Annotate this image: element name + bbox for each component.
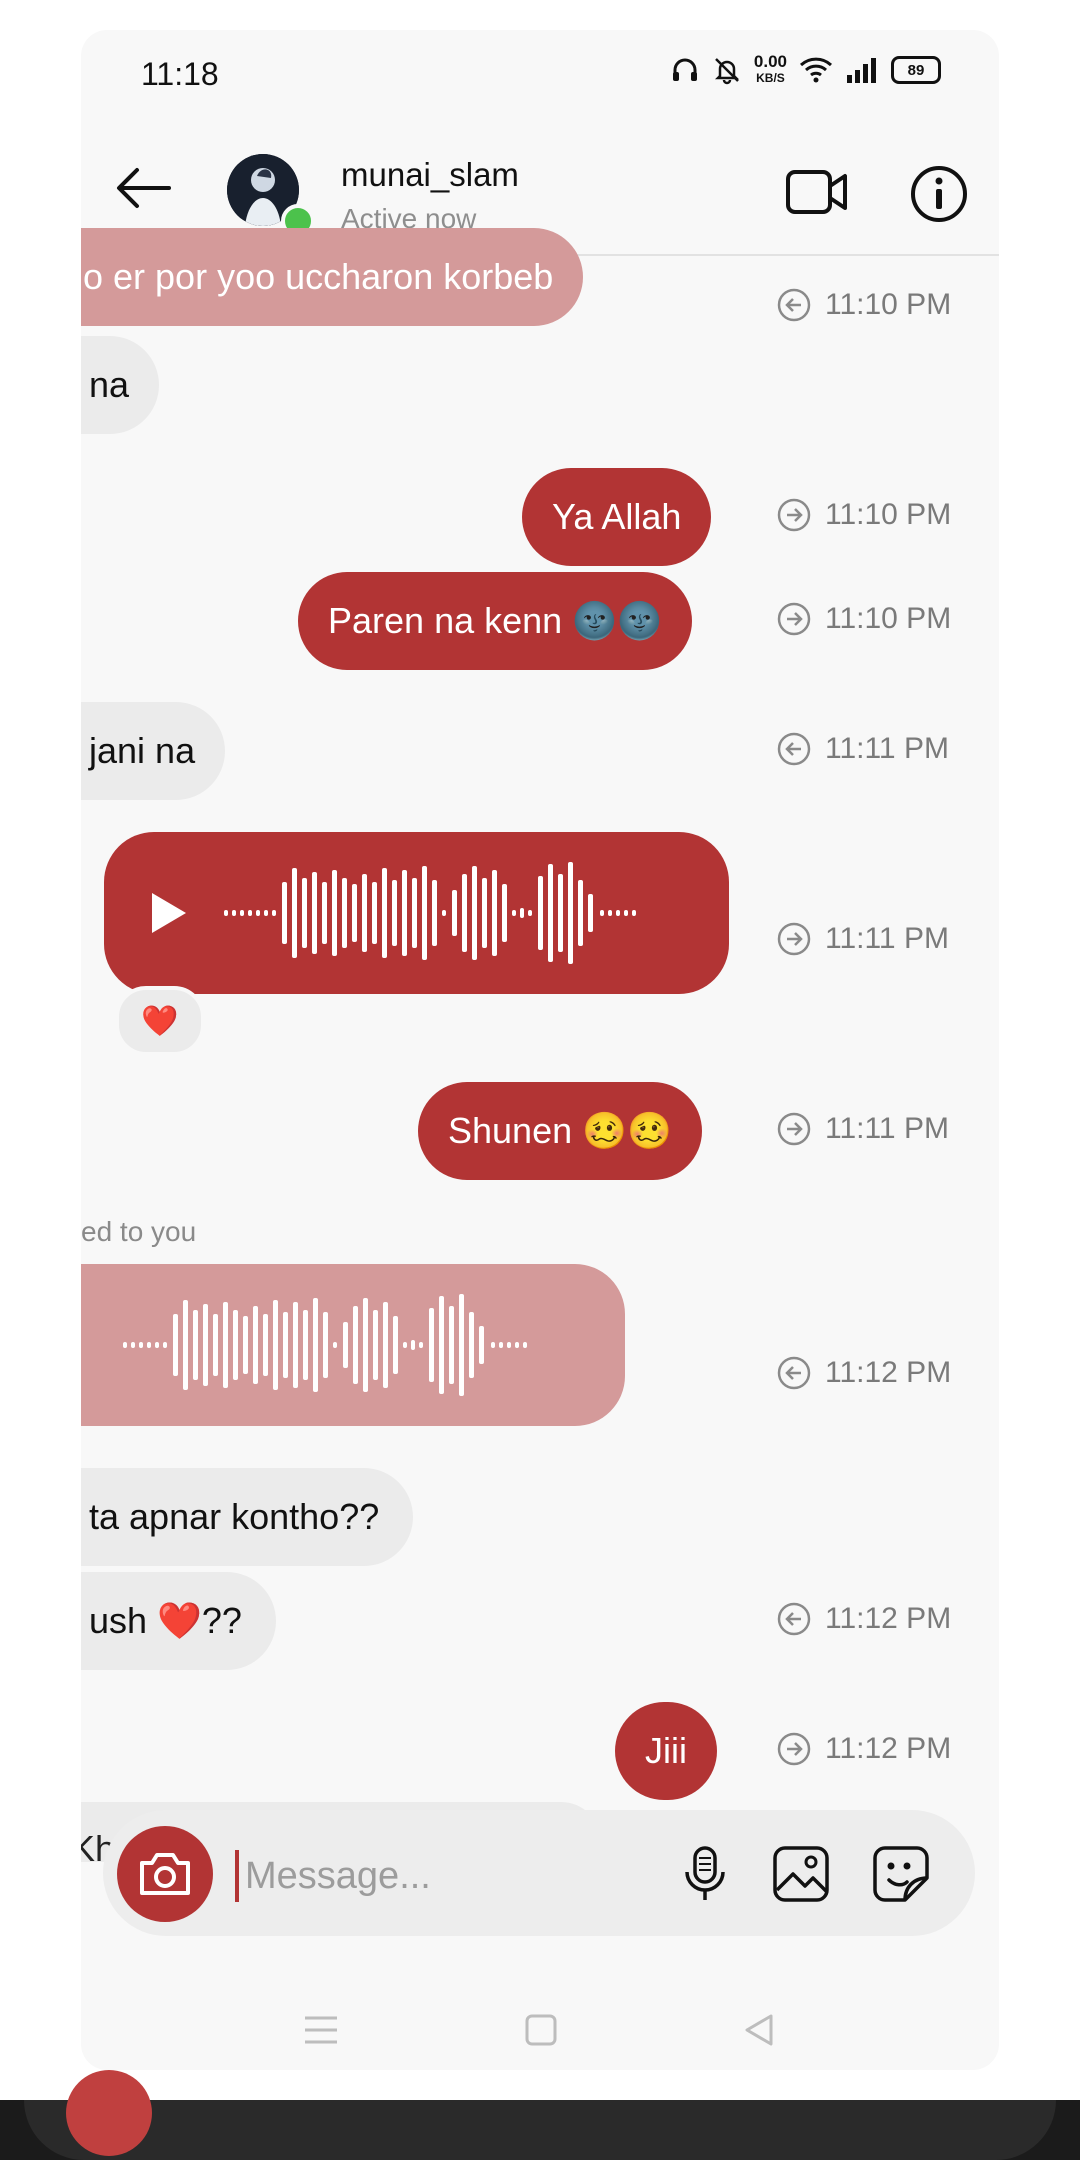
outgoing-message[interactable]: Paren na kenn 🌚🌚	[298, 572, 692, 670]
timestamp: 11:11 PM	[777, 1112, 949, 1146]
timestamp-text: 11:10 PM	[825, 288, 952, 321]
incoming-arrow-icon	[777, 1602, 811, 1636]
system-nav-bar	[81, 1990, 999, 2070]
back-arrow-icon[interactable]	[111, 156, 175, 220]
wifi-icon	[799, 57, 833, 83]
outgoing-arrow-icon	[777, 498, 811, 532]
speed-value: 0.00	[753, 52, 787, 71]
timestamp-text: 11:11 PM	[825, 922, 949, 955]
timestamp-text: 11:11 PM	[825, 732, 949, 765]
timestamp-text: 11:12 PM	[825, 1732, 952, 1765]
reply-bubble[interactable]: o er por yoo uccharon korbeb	[81, 228, 584, 326]
bezel-inner	[24, 2070, 1056, 2160]
message-composer	[103, 1810, 975, 1936]
timestamp: 11:12 PM	[777, 1732, 951, 1766]
incoming-message[interactable]: na	[81, 336, 160, 434]
timestamp: 11:10 PM	[777, 288, 951, 322]
network-speed: 0.00 KB/S	[753, 52, 787, 86]
waveform	[224, 862, 636, 964]
incoming-message[interactable]: jani na	[81, 702, 226, 800]
system-icons: 0.00 KB/S 89	[670, 52, 941, 86]
timestamp: 11:12 PM	[777, 1602, 951, 1636]
timestamp-text: 11:12 PM	[825, 1602, 952, 1635]
voice-message-outgoing[interactable]	[104, 832, 729, 994]
incoming-message[interactable]: ta apnar kontho??	[81, 1468, 414, 1566]
clock: 11:18	[141, 56, 219, 92]
sticker-icon[interactable]	[871, 1844, 931, 1904]
muted-bell-icon	[714, 58, 739, 85]
timestamp: 11:11 PM	[777, 732, 949, 766]
outgoing-arrow-icon	[777, 602, 811, 636]
outgoing-arrow-icon	[777, 1732, 811, 1766]
timestamp: 11:12 PM	[777, 1356, 951, 1390]
info-icon[interactable]	[909, 164, 969, 224]
bezel-accent	[66, 2070, 152, 2156]
signal-icon	[847, 58, 876, 83]
timestamp: 11:10 PM	[777, 602, 951, 636]
outgoing-message[interactable]: Shunen 🥴🥴	[418, 1082, 702, 1180]
camera-button[interactable]	[117, 1826, 213, 1922]
outgoing-message[interactable]: Ya Allah	[522, 468, 712, 566]
incoming-message[interactable]: ush ❤️??	[81, 1572, 276, 1670]
timestamp-text: 11:12 PM	[825, 1356, 952, 1389]
contact-name[interactable]: munai_slam	[341, 156, 519, 194]
incoming-arrow-icon	[777, 288, 811, 322]
waveform	[123, 1294, 527, 1396]
timestamp-text: 11:10 PM	[825, 498, 952, 531]
text-cursor	[235, 1850, 239, 1902]
video-call-icon[interactable]	[785, 166, 849, 218]
speed-unit: KB/S	[756, 71, 785, 85]
timestamp: 11:10 PM	[777, 498, 951, 532]
incoming-arrow-icon	[777, 732, 811, 766]
device-bezel	[0, 2070, 1080, 2160]
timestamp-text: 11:10 PM	[825, 602, 952, 635]
gallery-icon[interactable]	[771, 1844, 831, 1904]
timestamp: 11:11 PM	[777, 922, 949, 956]
voice-message-reply[interactable]	[81, 1264, 625, 1426]
microphone-icon[interactable]	[675, 1844, 735, 1904]
heart-reaction[interactable]: ❤️	[115, 986, 205, 1056]
battery-indicator: 89	[891, 56, 941, 84]
incoming-arrow-icon	[777, 1356, 811, 1390]
replied-label: ed to you	[81, 1216, 197, 1247]
play-icon[interactable]	[148, 891, 188, 935]
home-icon[interactable]	[523, 2012, 559, 2048]
timestamp-text: 11:11 PM	[825, 1112, 949, 1145]
outgoing-arrow-icon	[777, 1112, 811, 1146]
status-bar: 11:18 0.00 KB/S 89	[81, 30, 999, 120]
message-input[interactable]	[243, 1840, 667, 1912]
menu-icon[interactable]	[303, 2012, 339, 2048]
outgoing-message[interactable]: Jiii	[615, 1702, 717, 1800]
back-triangle-icon[interactable]	[741, 2012, 777, 2048]
phone-screen: 11:18 0.00 KB/S 89 munai_slam Active now …	[81, 30, 999, 2070]
headphones-icon	[672, 58, 697, 81]
camera-icon	[140, 1853, 190, 1895]
outgoing-arrow-icon	[777, 922, 811, 956]
avatar[interactable]	[227, 154, 315, 238]
